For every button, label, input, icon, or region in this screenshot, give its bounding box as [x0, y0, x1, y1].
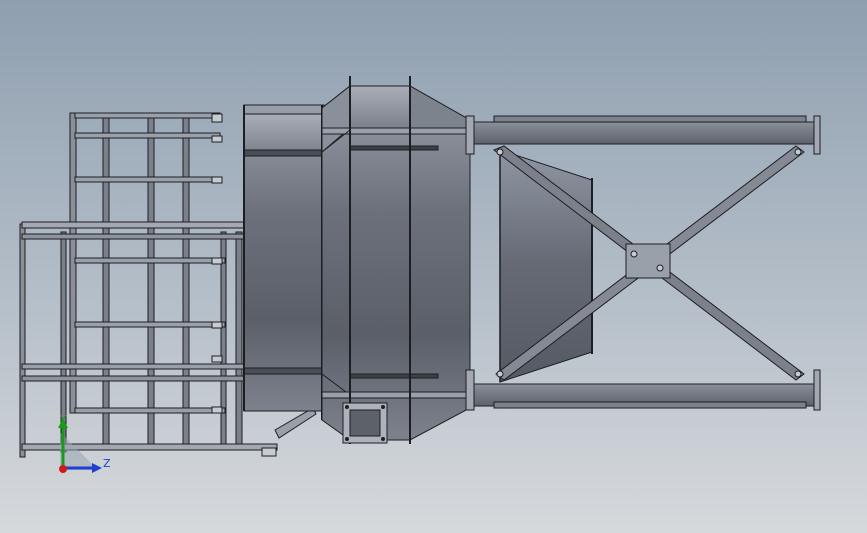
cad-model[interactable]: [0, 0, 867, 533]
x-axis-icon: [59, 465, 67, 473]
z-arrowhead-icon: [92, 463, 102, 473]
cylinder-body: [243, 104, 325, 420]
hopper-section: [321, 76, 473, 444]
triad-y-label: Y: [60, 413, 67, 426]
outlet-flange: [342, 402, 388, 444]
triad-z-label: Z: [103, 457, 111, 470]
graphics-viewport[interactable]: Y Z: [0, 0, 867, 533]
